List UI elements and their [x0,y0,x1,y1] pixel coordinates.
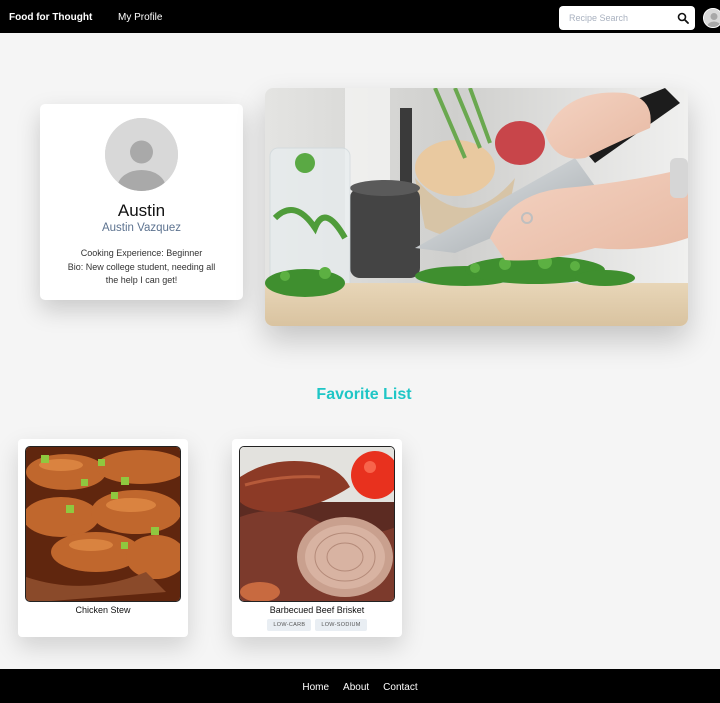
recipe-tags: LOW-CARB LOW-SODIUM [232,619,402,631]
recipe-name: Barbecued Beef Brisket [269,605,365,615]
user-icon [105,118,178,191]
tag-low-sodium: LOW-SODIUM [315,619,367,631]
profile-name: Austin [117,201,166,220]
recipe-search-input[interactable] [559,6,677,30]
recipe-card[interactable]: Chicken Stew [18,439,188,637]
hero-cooking-image [265,88,688,326]
favorite-list-title: Favorite List [316,386,412,403]
profile-full-name: Austin Vazquez [101,222,182,234]
recipe-search [559,6,695,30]
user-icon [704,9,720,27]
profile-avatar [105,118,178,191]
top-navbar: Food for Thought My Profile [0,0,720,33]
footer: Home About Contact [0,669,720,703]
footer-contact-link[interactable]: Contact [383,682,417,693]
profile-bio: Bio: New college student, needing all th… [67,262,216,285]
recipe-name: Chicken Stew [75,605,131,615]
footer-home-link[interactable]: Home [302,682,329,693]
search-icon[interactable] [677,12,689,24]
recipe-card[interactable]: Barbecued Beef Brisket LOW-CARB LOW-SODI… [232,439,402,637]
profile-card: Austin Austin Vazquez Cooking Experience… [40,104,243,300]
user-avatar-button[interactable] [703,8,720,28]
brand-link[interactable]: Food for Thought [9,12,92,23]
my-profile-link[interactable]: My Profile [118,12,162,23]
recipe-image-chicken-stew [25,446,181,602]
profile-experience: Cooking Experience: Beginner [80,248,203,258]
tag-low-carb: LOW-CARB [267,619,312,631]
recipe-image-beef-brisket [239,446,395,602]
footer-about-link[interactable]: About [343,682,369,693]
